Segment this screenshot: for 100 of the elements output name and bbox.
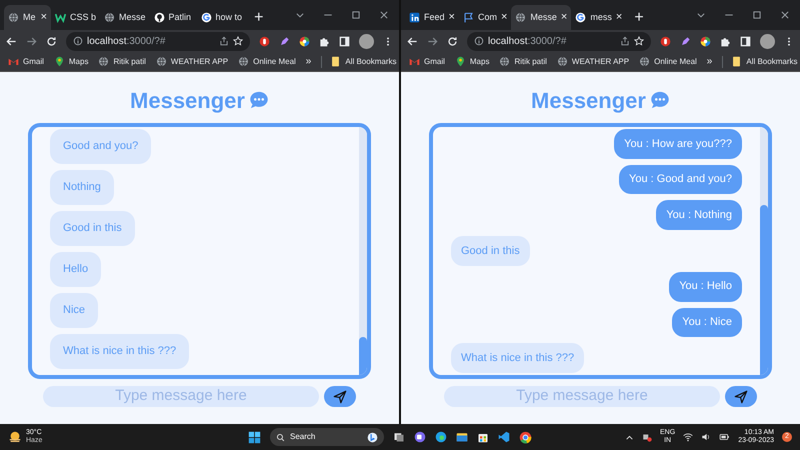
forward-arrow-icon[interactable] [26,36,37,46]
star-icon[interactable] [233,36,243,46]
bookmark-link[interactable]: Ritik patil [514,56,547,68]
bookmark-link[interactable]: Maps [470,56,490,68]
new-tab-button[interactable]: + [626,5,652,30]
bookmark-folder[interactable]: All Bookmarks [345,56,396,68]
message-input[interactable]: Type message here [444,386,720,407]
tab-close-button[interactable]: × [500,9,508,26]
info-icon [73,36,83,46]
video-call-icon[interactable] [414,431,426,443]
wifi-icon[interactable] [683,432,694,442]
side-panel-icon[interactable] [740,36,751,46]
forward-arrow-icon[interactable] [427,36,438,46]
record-extension-icon[interactable] [259,36,270,46]
browser-tab[interactable]: Feed × [405,5,459,30]
info-icon [474,36,484,46]
code-editor-icon[interactable] [498,431,510,443]
chat-bubble-icon [248,90,269,110]
tab-close-button[interactable]: × [560,9,568,26]
search-icon [276,432,285,442]
maximize-icon[interactable] [752,10,762,20]
tab-close-button[interactable]: × [40,9,47,26]
bookmark-link[interactable]: Gmail [23,56,44,68]
tab-title: how to [216,10,242,24]
taskbar-search[interactable]: Search [270,428,384,446]
tab-title: Patlin [168,10,192,24]
network-error-icon[interactable] [642,432,652,442]
scrollbar-thumb[interactable] [760,205,768,375]
chrome-icon[interactable] [519,430,532,444]
tab-close-button[interactable]: × [448,9,455,26]
record-extension-icon[interactable] [660,36,671,46]
bookmark-link[interactable]: Online Meal [654,56,697,68]
message-bubble: Nice [50,293,98,328]
maximize-icon[interactable] [351,10,361,20]
message-bubble: Hello [50,252,102,287]
bookmark-folder[interactable]: All Bookmarks [746,56,798,68]
browser-tab[interactable]: Me × [4,5,51,30]
scrollbar-track[interactable] [760,127,768,375]
tab-close-button[interactable]: × [616,9,622,26]
reload-icon[interactable] [447,36,458,46]
color-wheel-icon[interactable] [700,36,711,46]
message-bubble: You : Hello [669,272,742,302]
profile-avatar[interactable] [359,34,374,48]
bookmark-link[interactable]: Gmail [424,56,445,68]
profile-avatar[interactable] [760,34,775,48]
store-bag-icon[interactable] [477,431,489,443]
back-arrow-icon[interactable] [6,36,17,46]
folder-icon[interactable] [456,431,468,443]
browser-tab[interactable]: CSS b [51,5,100,30]
speaker-icon[interactable] [701,432,712,442]
bookmark-link[interactable]: Online Meal [253,56,296,68]
share-icon[interactable] [620,36,630,46]
more-bookmarks-button[interactable]: » [306,54,312,69]
paper-plane-icon [333,390,347,404]
message-bubble: You : How are you??? [614,129,742,159]
globe-icon [238,56,250,67]
chat-bubble-icon [650,90,670,110]
tab-title: Messe [119,10,146,24]
folder-icon [731,56,742,67]
browser-tab[interactable]: Messe [100,5,150,30]
task-view-icon[interactable] [393,431,405,443]
scrollbar-track[interactable] [359,127,367,375]
windows-start-icon[interactable] [248,430,261,444]
bookmark-link[interactable]: WEATHER APP [170,56,228,68]
puzzle-icon[interactable] [319,36,330,46]
scrollbar-thumb[interactable] [359,337,367,375]
close-icon[interactable] [379,10,389,20]
browser-tab[interactable]: Messe × [511,5,572,30]
new-tab-button[interactable]: + [246,5,272,30]
tab-title: CSS b [70,10,96,24]
message-input[interactable]: Type message here [43,386,319,407]
pen-extension-icon[interactable] [680,36,691,46]
color-wheel-icon[interactable] [299,36,310,46]
browser-tab[interactable]: how to [196,5,246,30]
browser-swirl-icon[interactable] [435,431,447,443]
globe-icon [104,12,116,23]
share-icon[interactable] [219,36,229,46]
star-icon[interactable] [634,36,644,46]
more-bookmarks-button[interactable]: » [706,54,712,69]
map-pin-icon [454,56,466,67]
address-bar[interactable]: localhost:3000/?# [66,32,250,50]
side-panel-icon[interactable] [339,36,350,46]
browser-tab[interactable]: Patlin [150,5,197,30]
globe-icon [639,56,650,67]
browser-tab[interactable]: mess × [571,5,626,30]
w-logo-icon [55,12,66,23]
send-button[interactable] [324,386,356,407]
bookmark-link[interactable]: Maps [68,56,88,68]
puzzle-icon[interactable] [720,36,731,46]
close-icon[interactable] [780,10,790,20]
pen-extension-icon[interactable] [279,36,290,46]
browser-tab[interactable]: Com × [458,5,512,30]
send-button[interactable] [725,386,757,407]
back-arrow-icon[interactable] [407,36,418,46]
globe-icon [499,56,510,67]
bookmark-link[interactable]: Ritik patil [113,56,146,68]
battery-icon[interactable] [719,432,730,442]
address-bar[interactable]: localhost:3000/?# [467,32,651,50]
bookmark-link[interactable]: WEATHER APP [572,56,630,68]
reload-icon[interactable] [46,36,57,46]
